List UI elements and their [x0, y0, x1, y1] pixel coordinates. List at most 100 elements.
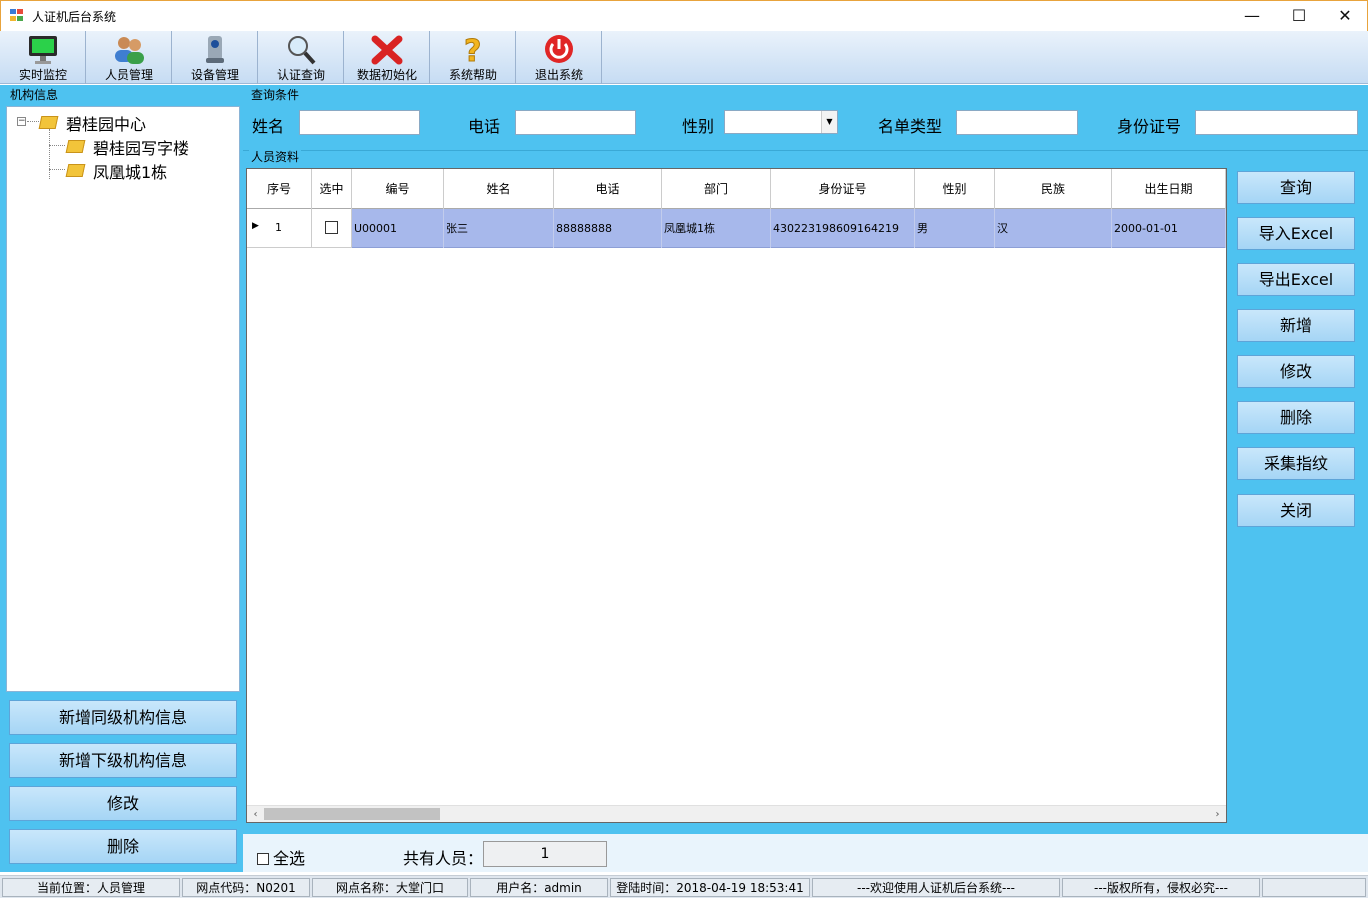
- folder-icon: [38, 114, 59, 130]
- monitor-icon: [26, 34, 60, 66]
- toolbar-personnel-button[interactable]: 人员管理: [86, 31, 172, 84]
- scroll-left-icon[interactable]: ‹: [247, 806, 264, 823]
- add-sibling-org-button[interactable]: 新增同级机构信息: [9, 700, 237, 735]
- export-excel-button[interactable]: 导出Excel: [1237, 263, 1355, 296]
- close-button[interactable]: 关闭: [1237, 494, 1355, 527]
- add-child-org-button[interactable]: 新增下级机构信息: [9, 743, 237, 778]
- edit-org-button[interactable]: 修改: [9, 786, 237, 821]
- toolbar-data-init-button[interactable]: 数据初始化: [344, 31, 430, 84]
- col-dept[interactable]: 部门: [662, 169, 771, 209]
- col-ethnic[interactable]: 民族: [995, 169, 1112, 209]
- status-welcome: ---欢迎使用人证机后台系统---: [812, 878, 1060, 897]
- name-label: 姓名: [252, 117, 285, 136]
- cell-gender: 男: [915, 209, 995, 248]
- folder-icon: [65, 138, 86, 154]
- red-x-icon: [370, 34, 404, 66]
- cell-seq: 1: [275, 221, 282, 234]
- people-group-title: 人员资料: [249, 150, 302, 164]
- people-grid: 序号 选中 编号 姓名 电话 部门 身份证号 性别 民族 出生日期 U00001…: [246, 168, 1227, 823]
- window-title: 人证机后台系统: [32, 10, 117, 24]
- row-select-checkbox[interactable]: [325, 221, 338, 234]
- delete-org-button[interactable]: 删除: [9, 829, 237, 864]
- org-panel: 机构信息 − 碧桂园中心 碧桂园写字楼 凤凰城1栋 新增同级机构信息 新增下级机…: [0, 85, 243, 872]
- toolbar-device-button[interactable]: 设备管理: [172, 31, 258, 84]
- cell-selected: [312, 209, 352, 248]
- row-pointer-icon: ▶: [252, 221, 259, 231]
- power-icon: [542, 34, 576, 66]
- scroll-thumb[interactable]: [264, 808, 440, 820]
- name-input[interactable]: [299, 110, 420, 135]
- svg-text:?: ?: [464, 34, 481, 66]
- phone-input[interactable]: [515, 110, 636, 135]
- col-birth-date[interactable]: 出生日期: [1112, 169, 1226, 209]
- status-empty: [1262, 878, 1366, 897]
- cell-phone: 88888888: [554, 209, 662, 248]
- cell-dept: 凤凰城1栋: [662, 209, 771, 248]
- cell-code: U00001: [352, 209, 444, 248]
- toolbar-auth-query-button[interactable]: 认证查询: [258, 31, 344, 84]
- col-gender[interactable]: 性别: [915, 169, 995, 209]
- edit-person-button[interactable]: 修改: [1237, 355, 1355, 388]
- grid-header: 序号 选中 编号 姓名 电话 部门 身份证号 性别 民族 出生日期: [247, 169, 1226, 209]
- collect-fingerprint-button[interactable]: 采集指纹: [1237, 447, 1355, 480]
- horizontal-scrollbar[interactable]: ‹ ›: [247, 805, 1226, 822]
- title-bar: 人证机后台系统 — ☐ ✕: [0, 0, 1368, 31]
- gender-select[interactable]: ▼: [724, 110, 838, 134]
- col-id-number[interactable]: 身份证号: [771, 169, 915, 209]
- cell-name: 张三: [444, 209, 554, 248]
- col-seq[interactable]: 序号: [247, 169, 312, 209]
- total-count-field: 1: [483, 841, 607, 867]
- status-copyright: ---版权所有，侵权必究---: [1062, 878, 1260, 897]
- org-panel-title: 机构信息: [8, 88, 61, 102]
- select-all-checkbox[interactable]: 全选: [257, 845, 305, 869]
- status-login-time: 登陆时间：2018-04-19 18:53:41: [610, 878, 810, 897]
- status-site-code: 网点代码：N0201: [182, 878, 310, 897]
- question-icon: ?: [456, 34, 490, 70]
- query-group: 查询条件 姓名 电话 性别 ▼ 名单类型 身份证号: [243, 85, 1368, 151]
- toolbar-help-button[interactable]: ? 系统帮助: [430, 31, 516, 84]
- app-icon: [10, 9, 24, 22]
- import-excel-button[interactable]: 导入Excel: [1237, 217, 1355, 250]
- col-name[interactable]: 姓名: [444, 169, 554, 209]
- checkbox-icon[interactable]: [257, 853, 269, 865]
- maximize-button[interactable]: ☐: [1276, 1, 1322, 31]
- cell-id-number: 430223198609164219: [771, 209, 915, 248]
- query-group-title: 查询条件: [249, 88, 302, 102]
- scroll-right-icon[interactable]: ›: [1209, 806, 1226, 823]
- cell-birth-date: 2000-01-01: [1112, 209, 1226, 248]
- id-number-input[interactable]: [1195, 110, 1358, 135]
- list-type-label: 名单类型: [878, 117, 943, 136]
- dropdown-arrow-icon[interactable]: ▼: [821, 111, 837, 133]
- row-header[interactable]: ▶ 1: [247, 209, 312, 248]
- add-person-button[interactable]: 新增: [1237, 309, 1355, 342]
- close-window-button[interactable]: ✕: [1322, 1, 1368, 31]
- cell-ethnic: 汉: [995, 209, 1112, 248]
- col-phone[interactable]: 电话: [554, 169, 662, 209]
- delete-person-button[interactable]: 删除: [1237, 401, 1355, 434]
- toolbar-realtime-monitor-button[interactable]: 实时监控: [0, 31, 86, 84]
- status-site-name: 网点名称：大堂门口: [312, 878, 468, 897]
- folder-icon: [65, 162, 86, 178]
- users-icon: [112, 34, 146, 66]
- table-row[interactable]: U00001 张三 88888888 凤凰城1栋 430223198609164…: [247, 209, 1226, 248]
- list-type-input[interactable]: [956, 110, 1078, 135]
- toolbar: 实时监控 人员管理 设备管理 认证查询 数据初始化 ? 系统帮助 退出系统: [0, 31, 1368, 84]
- status-username: 用户名：admin: [470, 878, 608, 897]
- col-code[interactable]: 编号: [352, 169, 444, 209]
- toolbar-exit-button[interactable]: 退出系统: [516, 31, 602, 84]
- query-button[interactable]: 查询: [1237, 171, 1355, 204]
- id-number-label: 身份证号: [1117, 117, 1182, 136]
- status-location: 当前位置：人员管理: [2, 878, 180, 897]
- org-tree: − 碧桂园中心 碧桂园写字楼 凤凰城1栋: [6, 106, 240, 692]
- phone-label: 电话: [468, 117, 501, 136]
- main-panel: 查询条件 姓名 电话 性别 ▼ 名单类型 身份证号 人员资料 序号 选中 编号 …: [243, 85, 1368, 872]
- tree-expander-icon[interactable]: −: [17, 117, 26, 126]
- magnifier-icon: [284, 34, 318, 66]
- total-label: 共有人员：: [403, 849, 484, 868]
- col-selected[interactable]: 选中: [312, 169, 352, 209]
- gender-label: 性别: [682, 117, 715, 136]
- device-icon: [198, 34, 232, 66]
- minimize-button[interactable]: —: [1229, 1, 1275, 31]
- grid-footer: 全选 共有人员： 1: [243, 834, 1368, 872]
- status-bar: 当前位置：人员管理 网点代码：N0201 网点名称：大堂门口 用户名：admin…: [0, 875, 1368, 898]
